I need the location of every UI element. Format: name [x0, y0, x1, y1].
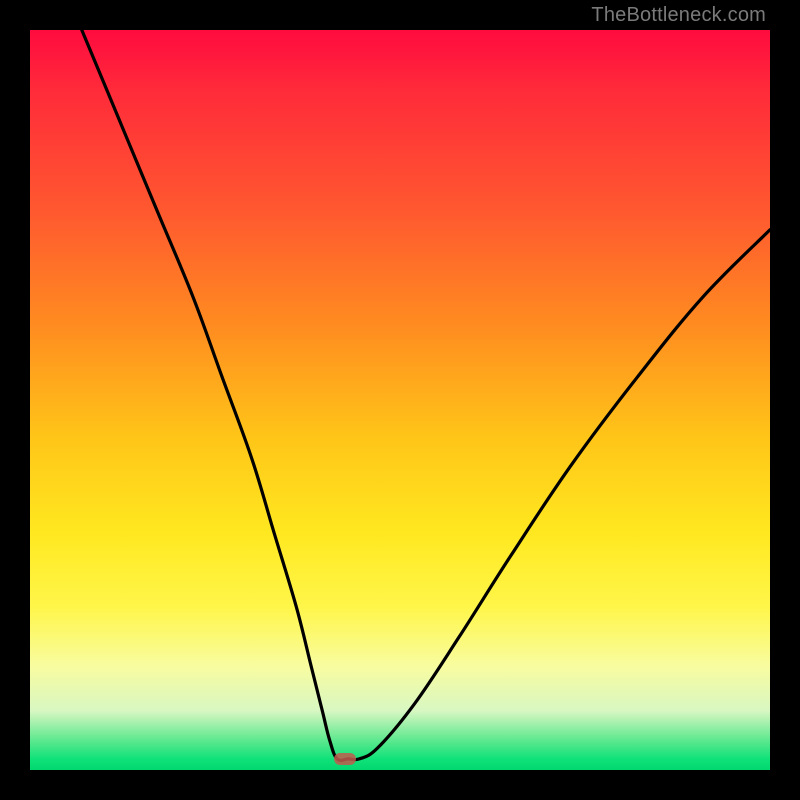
- plot-area: [30, 30, 770, 770]
- bottleneck-curve: [30, 30, 770, 770]
- optimal-marker: [334, 753, 356, 765]
- watermark-text: TheBottleneck.com: [591, 4, 766, 27]
- chart-frame: TheBottleneck.com: [0, 0, 800, 800]
